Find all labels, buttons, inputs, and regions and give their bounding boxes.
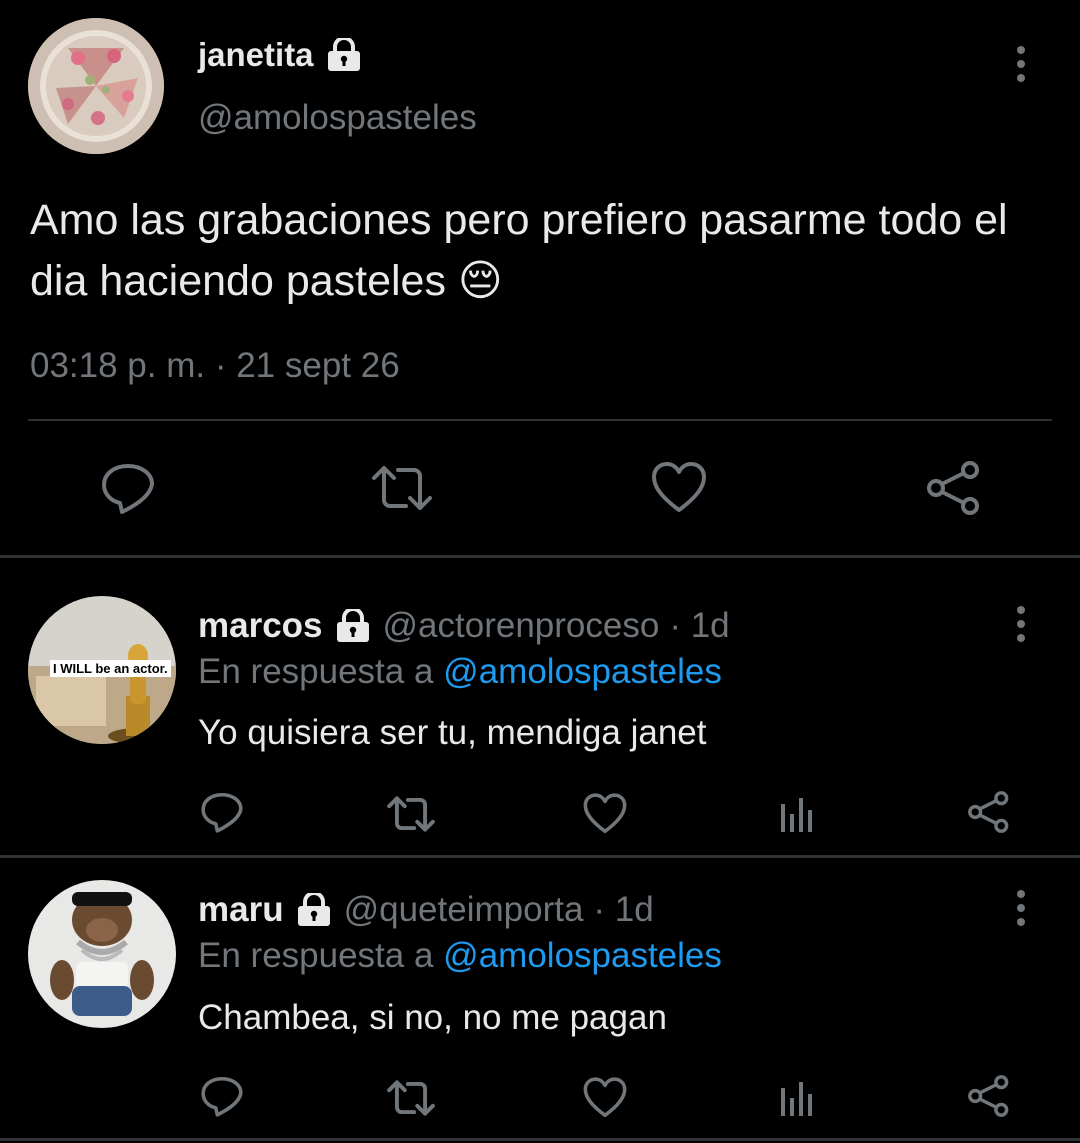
- author-name-row[interactable]: janetita: [198, 36, 362, 74]
- divider: [28, 419, 1052, 421]
- analytics-icon[interactable]: [778, 794, 816, 834]
- separator: [0, 855, 1080, 858]
- reply-author-name[interactable]: marcos: [198, 606, 323, 646]
- reply-icon[interactable]: [200, 790, 244, 834]
- reply-icon[interactable]: [100, 460, 156, 516]
- reply-avatar[interactable]: [28, 880, 176, 1028]
- monkey-sunglasses-avatar: [28, 880, 176, 1028]
- retweet-icon[interactable]: [370, 460, 434, 516]
- reply-time[interactable]: · 1d: [593, 890, 653, 930]
- reply-to-line: En respuesta a @amolospasteles: [198, 652, 722, 692]
- lock-icon: [296, 893, 332, 927]
- reply-time[interactable]: · 1d: [669, 606, 729, 646]
- tweet-timestamp[interactable]: 03:18 p. m. · 21 sept 26: [30, 346, 400, 386]
- reply-to-line: En respuesta a @amolospasteles: [198, 936, 722, 976]
- reply-header: maru @queteimporta · 1d: [198, 890, 654, 930]
- avatar-caption: I WILL be an actor.: [50, 660, 171, 677]
- reply-mention[interactable]: @amolospasteles: [443, 936, 722, 975]
- more-options-icon[interactable]: [1004, 888, 1038, 928]
- lock-icon: [335, 609, 371, 643]
- more-options-icon[interactable]: [1004, 44, 1038, 84]
- share-icon[interactable]: [966, 790, 1012, 834]
- reply-text: Chambea, si no, no me pagan: [198, 998, 667, 1037]
- separator: [0, 555, 1080, 558]
- reply-header: marcos @actorenproceso · 1d: [198, 606, 730, 646]
- tweet-text: Amo las grabaciones pero prefiero pasarm…: [30, 196, 1008, 305]
- author-name[interactable]: janetita: [198, 36, 314, 74]
- reply-mention[interactable]: @amolospasteles: [443, 652, 722, 691]
- like-icon[interactable]: [582, 1076, 628, 1120]
- retweet-icon[interactable]: [386, 1076, 436, 1120]
- reply-handle[interactable]: @queteimporta: [344, 890, 584, 930]
- like-icon[interactable]: [582, 792, 628, 836]
- author-handle[interactable]: @amolospasteles: [198, 98, 477, 138]
- reply-icon[interactable]: [200, 1074, 244, 1118]
- like-icon[interactable]: [650, 460, 708, 516]
- retweet-icon[interactable]: [386, 792, 436, 836]
- cake-photo-avatar: [28, 18, 164, 154]
- reply-prefix: En respuesta a: [198, 936, 434, 975]
- reply-handle[interactable]: @actorenproceso: [383, 606, 660, 646]
- lock-icon: [326, 38, 362, 72]
- share-icon[interactable]: [924, 460, 984, 516]
- share-icon[interactable]: [966, 1074, 1012, 1118]
- reply-author-name[interactable]: maru: [198, 890, 284, 930]
- reply-avatar[interactable]: I WILL be an actor.: [28, 596, 176, 744]
- analytics-icon[interactable]: [778, 1078, 816, 1118]
- author-avatar[interactable]: [28, 18, 164, 154]
- more-options-icon[interactable]: [1004, 604, 1038, 644]
- reply-text: Yo quisiera ser tu, mendiga janet: [198, 713, 707, 752]
- separator: [0, 1138, 1080, 1141]
- reply-prefix: En respuesta a: [198, 652, 434, 691]
